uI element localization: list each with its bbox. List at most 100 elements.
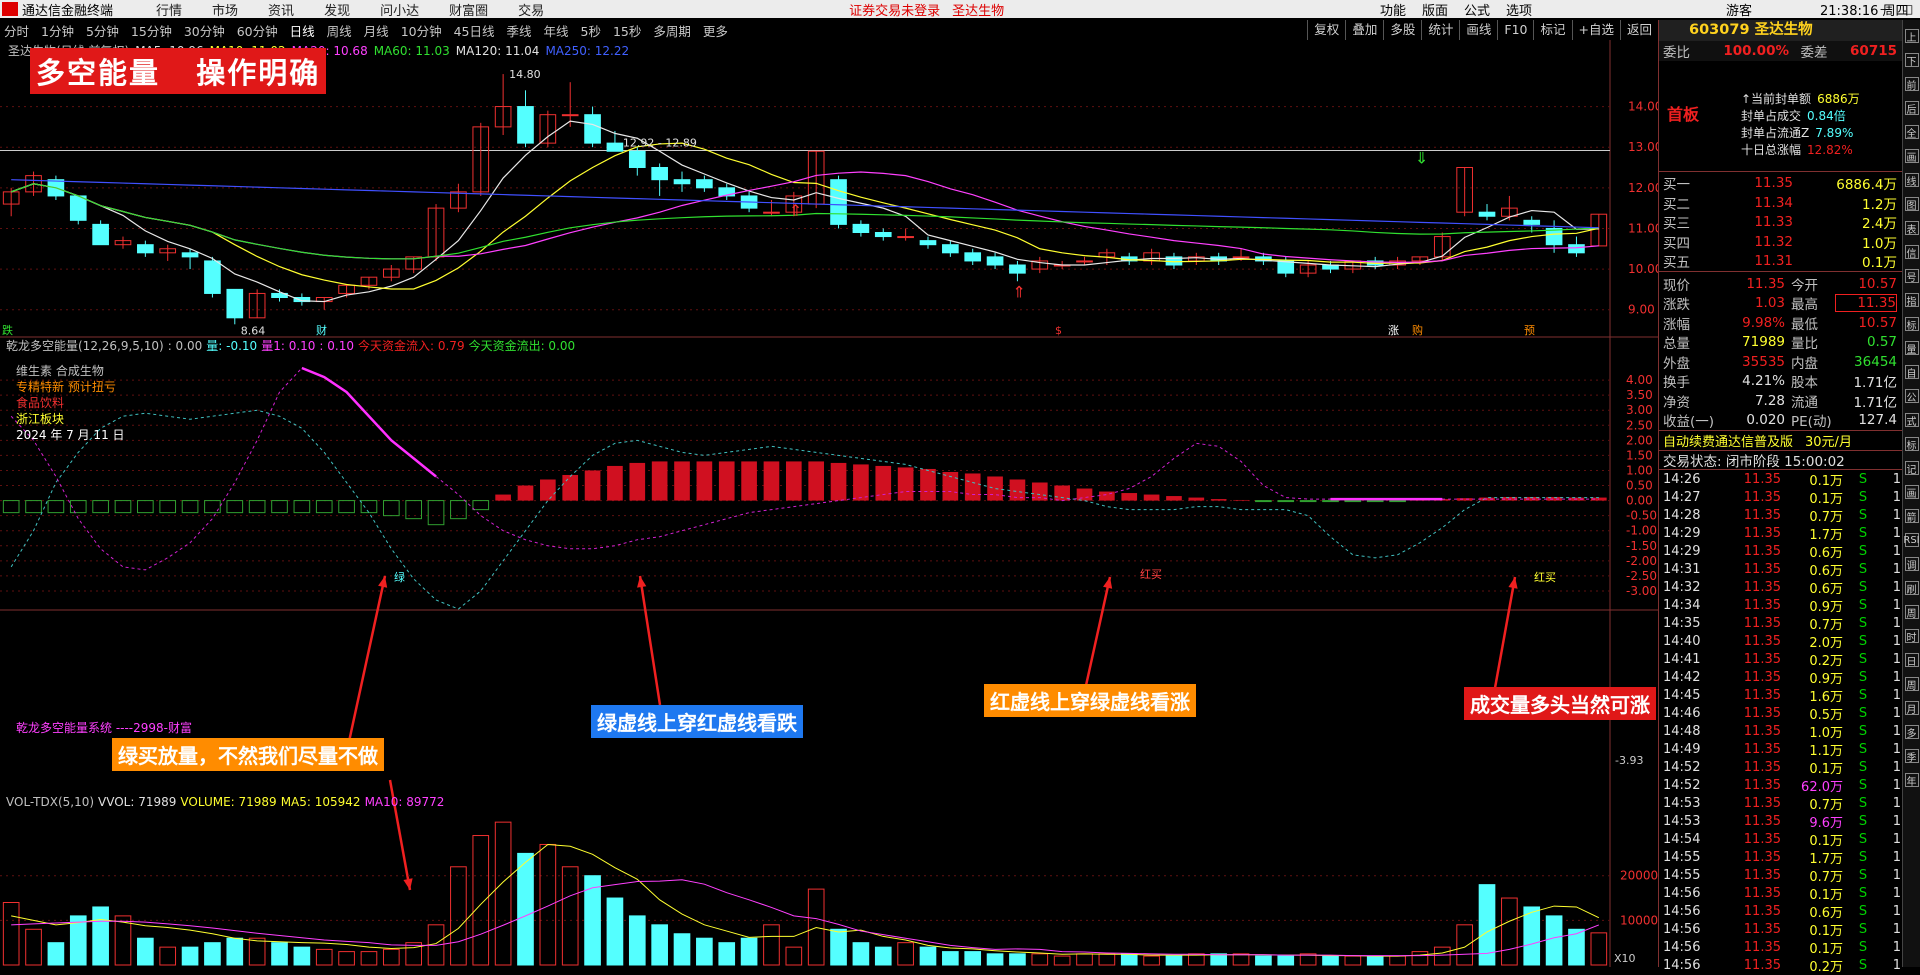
tick-row[interactable]: 14:34 11.35 0.9万 S 1 [1659, 596, 1902, 615]
period-tab-6[interactable]: 日线 [290, 21, 315, 40]
tick-row[interactable]: 14:45 11.35 1.6万 S 1 [1659, 686, 1902, 705]
user-label[interactable]: 游客 [1726, 0, 1752, 19]
tool-button-5[interactable]: F10 [1497, 20, 1533, 40]
rbar-icon-19[interactable]: 画 [1904, 485, 1919, 500]
tick-list[interactable]: 14:26 11.35 0.1万 S 1 14:27 11.35 0.1万 S 1 14:28 11.… [1659, 469, 1902, 975]
tool-button-0[interactable]: 复权 [1307, 20, 1345, 40]
period-tab-10[interactable]: 45日线 [454, 21, 495, 40]
rbar-icon-29[interactable]: 多 [1904, 725, 1919, 740]
rbar-icon-13[interactable]: 量 [1904, 341, 1919, 356]
tick-row[interactable]: 14:54 11.35 0.1万 S 1 [1659, 830, 1902, 849]
rbar-icon-1[interactable]: 下 [1904, 53, 1919, 68]
tick-row[interactable]: 14:29 11.35 1.7万 S 1 [1659, 524, 1902, 543]
rbar-icon-2[interactable]: 前 [1904, 77, 1919, 92]
rbar-icon-18[interactable]: 记 [1904, 461, 1919, 476]
tick-row[interactable]: 14:52 11.35 0.1万 S 1 [1659, 758, 1902, 777]
chart-area[interactable]: 圣达生物(日线,前复权)MA5: 10.96MA10: 11.02MA20: 1… [0, 40, 1658, 967]
period-tab-1[interactable]: 1分钟 [41, 21, 74, 40]
rbar-icon-17[interactable]: 标 [1904, 437, 1919, 452]
period-tab-4[interactable]: 30分钟 [184, 21, 225, 40]
period-tab-15[interactable]: 多周期 [653, 21, 691, 40]
menu-0[interactable]: 行情 [156, 0, 182, 19]
rbar-icon-21[interactable]: RSI [1903, 533, 1920, 547]
period-tab-2[interactable]: 5分钟 [86, 21, 119, 40]
rbar-icon-12[interactable]: 标 [1904, 317, 1919, 332]
rbar-icon-22[interactable]: 调 [1904, 557, 1919, 572]
period-tab-12[interactable]: 年线 [544, 21, 569, 40]
tick-row[interactable]: 14:46 11.35 0.5万 S 1 [1659, 704, 1902, 723]
tick-row[interactable]: 14:52 11.35 62.0万 S 1 [1659, 776, 1902, 795]
tick-row[interactable]: 14:56 11.35 0.2万 S 1 [1659, 956, 1902, 975]
tick-row[interactable]: 14:29 11.35 0.6万 S 1 [1659, 542, 1902, 561]
period-tab-3[interactable]: 15分钟 [131, 21, 172, 40]
rbar-icon-9[interactable]: 信 [1904, 245, 1919, 260]
rbar-icon-6[interactable]: 线 [1904, 173, 1919, 188]
tick-row[interactable]: 14:31 11.35 0.6万 S 1 [1659, 560, 1902, 579]
tick-row[interactable]: 14:40 11.35 2.0万 S 1 [1659, 632, 1902, 651]
tick-row[interactable]: 14:32 11.35 0.6万 S 1 [1659, 578, 1902, 597]
period-tab-7[interactable]: 周线 [327, 21, 352, 40]
rbar-icon-5[interactable]: 画 [1904, 149, 1919, 164]
rbar-icon-8[interactable]: 表 [1904, 221, 1919, 236]
period-tab-5[interactable]: 60分钟 [237, 21, 278, 40]
tool-button-3[interactable]: 统计 [1421, 20, 1459, 40]
menu-4[interactable]: 问小达 [380, 0, 419, 19]
period-tab-14[interactable]: 15秒 [613, 21, 641, 40]
menu-6[interactable]: 交易 [518, 0, 544, 19]
rbar-icon-7[interactable]: 图 [1904, 197, 1919, 212]
rbar-icon-24[interactable]: 周 [1904, 605, 1919, 620]
tick-row[interactable]: 14:53 11.35 9.6万 S 1 [1659, 812, 1902, 831]
menu-5[interactable]: 财富圈 [449, 0, 488, 19]
period-tab-9[interactable]: 10分钟 [401, 21, 442, 40]
tick-row[interactable]: 14:56 11.35 0.6万 S 1 [1659, 902, 1902, 921]
period-tab-8[interactable]: 月线 [364, 21, 389, 40]
promo-text[interactable]: 自动续费通达信普及版 [1663, 431, 1793, 450]
menu-2[interactable]: 资讯 [268, 0, 294, 19]
period-tab-11[interactable]: 季线 [507, 21, 532, 40]
period-tab-16[interactable]: 更多 [703, 21, 728, 40]
tick-row[interactable]: 14:55 11.35 1.7万 S 1 [1659, 848, 1902, 867]
tick-row[interactable]: 14:56 11.35 0.1万 S 1 [1659, 920, 1902, 939]
tool-button-1[interactable]: 叠加 [1345, 20, 1383, 40]
period-tab-13[interactable]: 5秒 [581, 21, 601, 40]
tick-row[interactable]: 14:26 11.35 0.1万 S 1 [1659, 470, 1902, 489]
period-tab-0[interactable]: 分时 [4, 21, 29, 40]
rbar-icon-10[interactable]: 号 [1904, 269, 1919, 284]
rbar-icon-26[interactable]: 日 [1904, 653, 1919, 668]
maximize-icon[interactable]: □ [1902, 2, 1913, 16]
rbar-icon-14[interactable]: 自 [1904, 365, 1919, 380]
tick-row[interactable]: 14:53 11.35 0.7万 S 1 [1659, 794, 1902, 813]
tool-button-4[interactable]: 画线 [1459, 20, 1497, 40]
tool-button-6[interactable]: 标记 [1533, 20, 1571, 40]
rbar-icon-11[interactable]: 指 [1904, 293, 1919, 308]
rbar-icon-27[interactable]: 周 [1904, 677, 1919, 692]
menu-3[interactable]: 发现 [324, 0, 350, 19]
top-menu-0[interactable]: 功能 [1380, 0, 1406, 19]
tick-row[interactable]: 14:42 11.35 0.9万 S 1 [1659, 668, 1902, 687]
tool-button-2[interactable]: 多股 [1383, 20, 1421, 40]
top-menu-1[interactable]: 版面 [1422, 0, 1448, 19]
rbar-icon-3[interactable]: 后 [1904, 101, 1919, 116]
top-menu-2[interactable]: 公式 [1464, 0, 1490, 19]
rbar-icon-4[interactable]: 全 [1904, 125, 1919, 140]
menu-1[interactable]: 市场 [212, 0, 238, 19]
tick-row[interactable]: 14:48 11.35 1.0万 S 1 [1659, 722, 1902, 741]
rbar-icon-16[interactable]: 式 [1904, 413, 1919, 428]
rbar-icon-25[interactable]: 时 [1904, 629, 1919, 644]
rbar-icon-15[interactable]: 公 [1904, 389, 1919, 404]
promo-price[interactable]: 30元/月 [1805, 431, 1852, 450]
minimize-icon[interactable]: — [1880, 2, 1892, 16]
tick-row[interactable]: 14:28 11.35 0.7万 S 1 [1659, 506, 1902, 525]
rbar-icon-28[interactable]: 月 [1904, 701, 1919, 716]
tick-row[interactable]: 14:49 11.35 1.1万 S 1 [1659, 740, 1902, 759]
trade-warning[interactable]: 证券交易未登录 [849, 0, 940, 19]
tick-row[interactable]: 14:56 11.35 0.1万 S 1 [1659, 884, 1902, 903]
rbar-icon-30[interactable]: 季 [1904, 749, 1919, 764]
rbar-icon-20[interactable]: 箭 [1904, 509, 1919, 524]
top-menu-3[interactable]: 选项 [1506, 0, 1532, 19]
promo-row[interactable]: 自动续费通达信普及版 30元/月 [1659, 430, 1902, 450]
rbar-icon-23[interactable]: 刷 [1904, 581, 1919, 596]
tick-row[interactable]: 14:35 11.35 0.7万 S 1 [1659, 614, 1902, 633]
tick-row[interactable]: 14:56 11.35 0.1万 S 1 [1659, 938, 1902, 957]
tool-button-8[interactable]: 返回 [1619, 20, 1658, 40]
